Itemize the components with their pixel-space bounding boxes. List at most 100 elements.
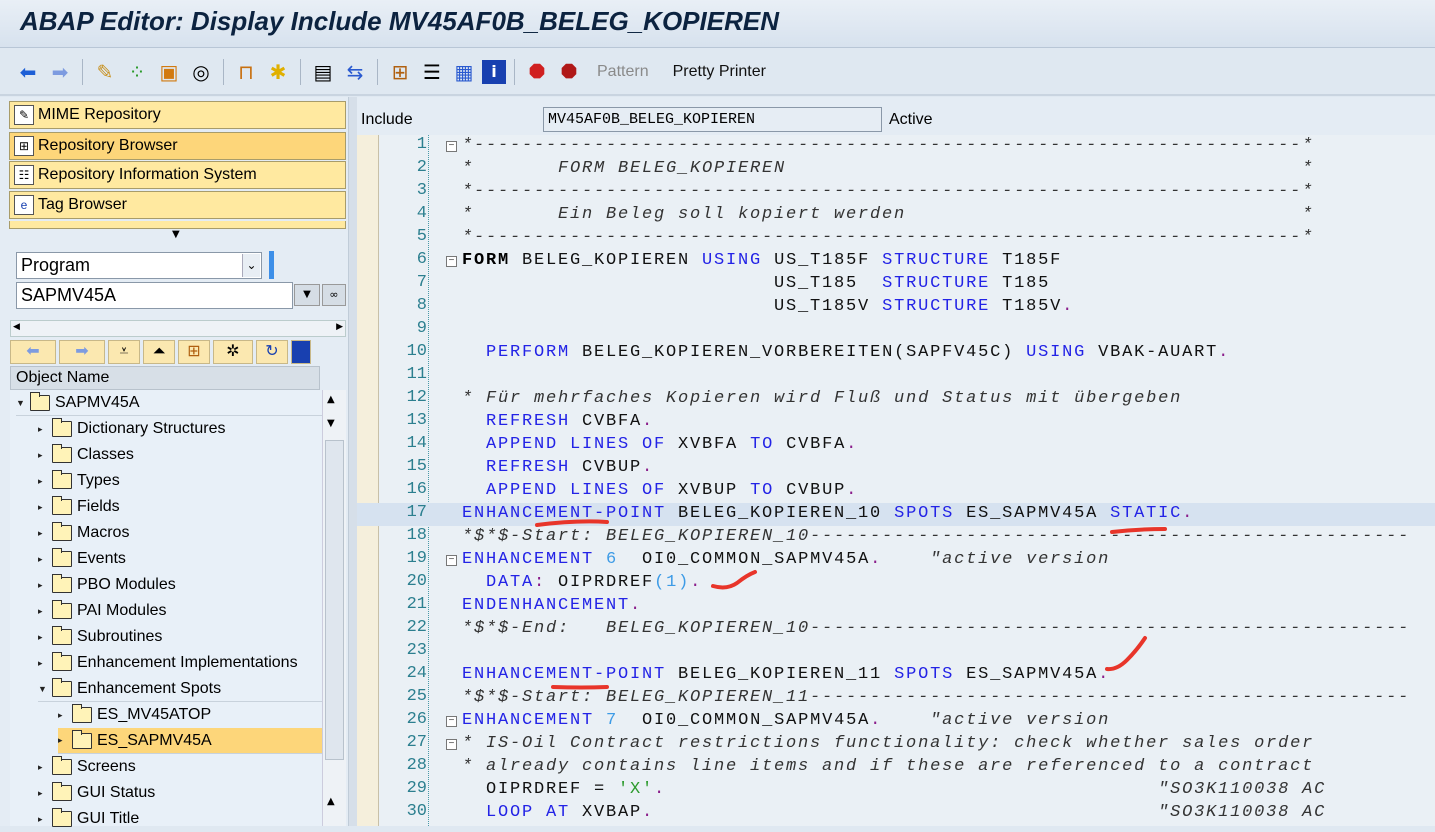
tree-node[interactable]: ▸ Dictionary Structures (38, 416, 322, 442)
fold-toggle-icon[interactable]: − (446, 555, 457, 566)
collapsed-triangle-icon[interactable]: ▸ (38, 476, 48, 487)
navigation-window-icon[interactable]: ⇆ (341, 58, 369, 86)
object-name-input[interactable]: SAPMV45A (16, 282, 293, 309)
expand-all-icon[interactable]: ⩡ (108, 340, 140, 364)
info-icon[interactable]: i (482, 59, 506, 84)
code-line[interactable]: 20 DATA: OIPRDREF(1). (357, 572, 1435, 595)
collapsed-triangle-icon[interactable]: ▸ (38, 762, 48, 773)
collapsed-triangle-icon[interactable]: ▸ (38, 606, 48, 617)
tree-node[interactable]: ▸ Fields (38, 494, 322, 520)
tree-node[interactable]: ▸ PAI Modules (38, 598, 322, 624)
repository-information-system-button[interactable]: ☷ Repository Information System (9, 161, 346, 189)
tree-node[interactable]: ▸ Subroutines (38, 624, 322, 650)
collapsed-triangle-icon[interactable]: ▸ (38, 528, 48, 539)
tag-browser-button[interactable]: e Tag Browser (9, 191, 346, 219)
display-object-list-icon[interactable]: ▤ (309, 58, 337, 86)
hierarchy-icon[interactable]: ⊞ (386, 58, 414, 86)
code-area[interactable]: 1− *-------------------------------------… (357, 135, 1435, 826)
collapsed-triangle-icon[interactable]: ▸ (38, 450, 48, 461)
code-line[interactable]: 19 − ENHANCEMENT 6 OI0_COMMON_SAPMV45A. "a… (357, 549, 1435, 572)
collapsed-triangle-icon[interactable]: ▸ (38, 632, 48, 643)
object-name-column-header[interactable]: Object Name (10, 366, 320, 390)
mime-repository-button[interactable]: ✎ MIME Repository (9, 101, 346, 129)
scroll-right-icon[interactable]: ▶ (336, 322, 343, 332)
tree-node[interactable]: ▸ Enhancement Implementations (38, 650, 322, 676)
code-line[interactable]: 23 (357, 641, 1435, 664)
expanded-triangle-icon[interactable]: ▼ (16, 398, 26, 408)
code-line[interactable]: 17 ENHANCEMENT-POINT BELEG_KOPIEREN_10 SP… (357, 503, 1435, 526)
pretty-printer-button[interactable]: Pretty Printer (663, 63, 776, 81)
code-line[interactable]: 2 * FORM BELEG_KOPIEREN * (357, 158, 1435, 181)
forward-arrow-icon[interactable]: ➡ (46, 58, 74, 86)
stack-icon[interactable]: ☰ (418, 58, 446, 86)
code-line[interactable]: 29 OIPRDREF = 'X'. "SO3K110038 AC (357, 779, 1435, 802)
activate-icon[interactable]: ▣ (155, 58, 183, 86)
scroll-left-icon[interactable]: ◀ (13, 322, 20, 332)
collapse-all-icon[interactable]: ⏶ (143, 340, 175, 364)
code-line[interactable]: 6 − FORM BELEG_KOPIEREN USING US_T185F STR… (357, 250, 1435, 273)
refresh-icon[interactable]: ↻ (256, 340, 288, 364)
hierarchy-up-icon[interactable]: ⊞ (178, 340, 210, 364)
collapsed-triangle-icon[interactable]: ▸ (58, 710, 68, 721)
collapsed-triangle-icon[interactable]: ▸ (38, 788, 48, 799)
collapsed-triangle-icon[interactable]: ▸ (38, 554, 48, 565)
expand-arrow-icon[interactable]: ▼ (172, 229, 180, 240)
code-line[interactable]: 8 US_T185V STRUCTURE T185V. (357, 296, 1435, 319)
code-line[interactable]: 3 *--------------------------------------… (357, 181, 1435, 204)
other-object-icon[interactable]: ⊓ (232, 58, 260, 86)
code-line[interactable]: 16 APPEND LINES OF XVBUP TO CVBUP. (357, 480, 1435, 503)
code-line[interactable]: 25 *$*$-Start: BELEG_KOPIEREN_11---------… (357, 687, 1435, 710)
code-line[interactable]: 1 − *-------------------------------------… (357, 135, 1435, 158)
collapsed-triangle-icon[interactable]: ▸ (38, 502, 48, 513)
where-used-list-icon[interactable]: ◎ (187, 58, 215, 86)
code-line[interactable]: 11 (357, 365, 1435, 388)
check-syntax-icon[interactable]: ⁘ (123, 58, 151, 86)
set-breakpoint-icon[interactable]: ⯃ (523, 58, 551, 86)
pattern-button[interactable]: Pattern (587, 63, 659, 81)
chevron-down-icon[interactable]: ⌄ (242, 254, 260, 277)
next-object-icon[interactable]: ➡ (59, 340, 105, 364)
scroll-up-icon[interactable]: ▲ (327, 796, 335, 807)
list-icon[interactable]: ▦ (450, 58, 478, 86)
collapsed-triangle-icon[interactable]: ▸ (38, 814, 48, 825)
fold-toggle-icon[interactable]: − (446, 716, 457, 727)
favorites-icon[interactable]: ✲ (213, 340, 253, 364)
set-session-breakpoint-icon[interactable]: ⯃ (555, 58, 583, 86)
back-arrow-icon[interactable]: ⬅ (14, 58, 42, 86)
horizontal-scrollbar[interactable]: ◀ ▶ (10, 320, 346, 337)
display-change-pencil-icon[interactable]: ✎ (91, 58, 119, 86)
previous-object-icon[interactable]: ⬅ (10, 340, 56, 364)
code-line[interactable]: 27 − * IS-Oil Contract restrictions functi… (357, 733, 1435, 756)
scroll-thumb[interactable] (325, 440, 344, 760)
fold-toggle-icon[interactable]: − (446, 739, 457, 750)
code-line[interactable]: 10 PERFORM BELEG_KOPIEREN_VORBEREITEN(SA… (357, 342, 1435, 365)
tree-node[interactable]: ▸ Screens (38, 754, 322, 780)
tree-node-root[interactable]: ▼ SAPMV45A (16, 390, 322, 416)
expanded-triangle-icon[interactable]: ▼ (38, 684, 48, 694)
tree-node[interactable]: ▸ Types (38, 468, 322, 494)
fold-toggle-icon[interactable]: − (446, 256, 457, 267)
code-line[interactable]: 26 − ENHANCEMENT 7 OI0_COMMON_SAPMV45A. "a… (357, 710, 1435, 733)
tree-node[interactable]: ▸ ES_SAPMV45A (58, 728, 322, 754)
fold-toggle-icon[interactable]: − (446, 141, 457, 152)
code-line[interactable]: 14 APPEND LINES OF XVBFA TO CVBFA. (357, 434, 1435, 457)
collapsed-triangle-icon[interactable]: ▸ (38, 580, 48, 591)
scroll-down-icon[interactable]: ▼ (327, 418, 335, 429)
code-line[interactable]: 5 *--------------------------------------… (357, 227, 1435, 250)
code-line[interactable]: 22 *$*$-End: BELEG_KOPIEREN_10-----------… (357, 618, 1435, 641)
code-line[interactable]: 18 *$*$-Start: BELEG_KOPIEREN_10---------… (357, 526, 1435, 549)
object-type-select[interactable]: Program ⌄ (16, 252, 262, 279)
more-icon[interactable] (291, 340, 311, 364)
code-line[interactable]: 12 * Für mehrfaches Kopieren wird Fluß un… (357, 388, 1435, 411)
panel-splitter[interactable] (348, 97, 357, 826)
tree-node[interactable]: ▸ GUI Title (38, 806, 322, 832)
code-line[interactable]: 4 * Ein Beleg soll kopiert werden * (357, 204, 1435, 227)
tree-node[interactable]: ▸ ES_MV45ATOP (58, 702, 322, 728)
collapsed-triangle-icon[interactable]: ▸ (38, 658, 48, 669)
tree-node[interactable]: ▸ Events (38, 546, 322, 572)
dropdown-button[interactable]: ▼ (294, 284, 320, 306)
code-line[interactable]: 21 ENDENHANCEMENT. (357, 595, 1435, 618)
code-line[interactable]: 9 (357, 319, 1435, 342)
tree-node[interactable]: ▸ PBO Modules (38, 572, 322, 598)
code-line[interactable]: 24 ENHANCEMENT-POINT BELEG_KOPIEREN_11 SP… (357, 664, 1435, 687)
